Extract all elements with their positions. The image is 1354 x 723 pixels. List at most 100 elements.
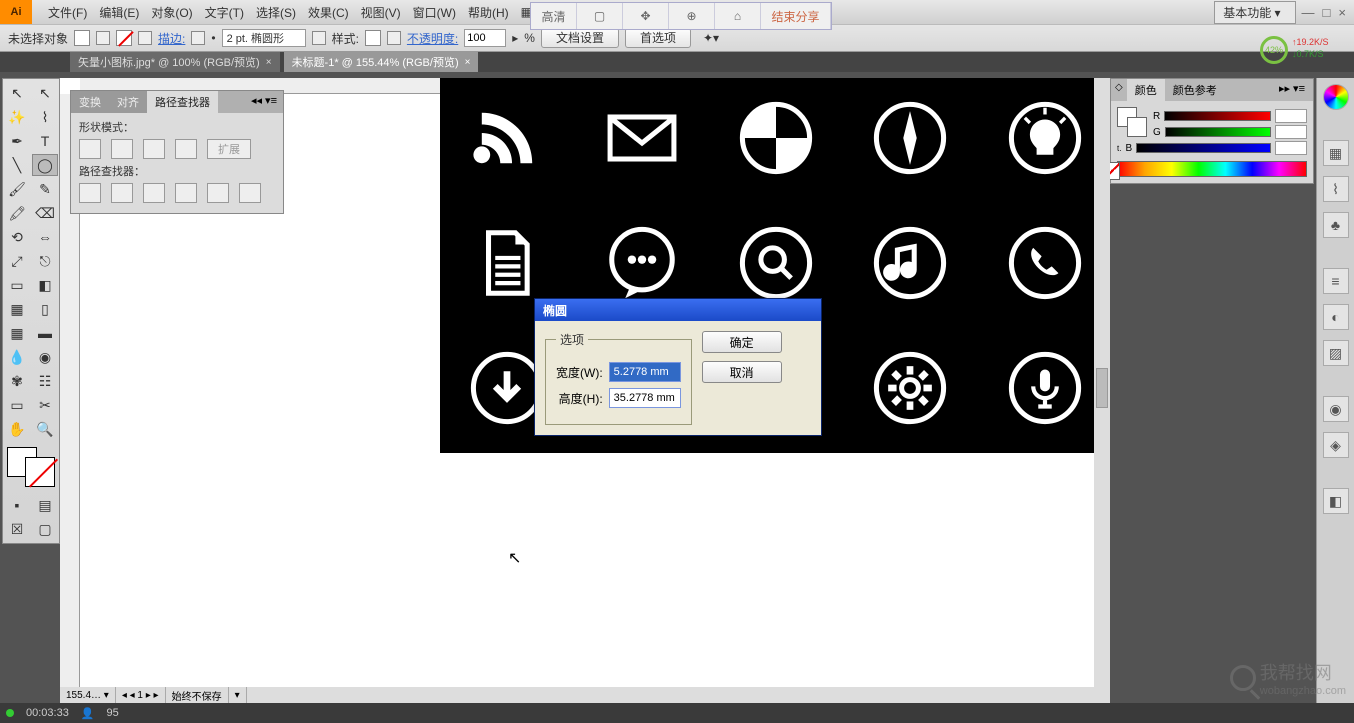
doc-tab-1[interactable]: 矢量小图标.jpg* @ 100% (RGB/预览)× xyxy=(70,52,280,72)
menu-view[interactable]: 视图(V) xyxy=(355,4,407,21)
lasso-tool-icon[interactable]: ⌇ xyxy=(32,106,58,128)
stroke-wt-dd[interactable] xyxy=(191,31,205,45)
eraser-tool-icon[interactable]: ⌫ xyxy=(32,202,58,224)
minus-front-icon[interactable] xyxy=(111,139,133,159)
cancel-button[interactable]: 取消 xyxy=(702,361,782,383)
blob-brush-icon[interactable]: 🖍 xyxy=(4,202,30,224)
crop-icon[interactable] xyxy=(175,183,197,203)
graphic-styles-icon[interactable]: ◈ xyxy=(1323,432,1349,458)
stroke-dd[interactable] xyxy=(138,31,152,45)
stroke-panel-icon[interactable]: ≡ xyxy=(1323,268,1349,294)
tab-align[interactable]: 对齐 xyxy=(109,91,147,113)
menu-edit[interactable]: 编辑(E) xyxy=(93,4,145,21)
magic-wand-icon[interactable]: ✨ xyxy=(4,106,30,128)
rotate-tool-icon[interactable]: ⟲ xyxy=(4,226,30,248)
stroke-swatch[interactable] xyxy=(116,30,132,46)
gradient-mode-icon[interactable]: ▤ xyxy=(32,494,58,516)
menu-type[interactable]: 文字(T) xyxy=(199,4,250,21)
zoom-tool-icon[interactable]: 🔍 xyxy=(32,418,58,440)
maximize-icon[interactable]: □ xyxy=(1323,5,1331,20)
menu-select[interactable]: 选择(S) xyxy=(250,4,302,21)
outline-icon[interactable] xyxy=(207,183,229,203)
tab-color-guide[interactable]: 颜色参考 xyxy=(1165,79,1225,101)
graph-tool-icon[interactable]: ▯ xyxy=(32,298,58,320)
screen-mode-icon[interactable]: ▢ xyxy=(32,518,58,540)
share-end[interactable]: 结束分享 xyxy=(761,3,831,29)
scale-tool-icon[interactable]: ⤢ xyxy=(4,250,30,272)
divide-icon[interactable] xyxy=(79,183,101,203)
perspective-icon[interactable]: ▦ xyxy=(4,298,30,320)
gradient-panel-icon[interactable]: ◐ xyxy=(1323,304,1349,330)
stroke-color[interactable] xyxy=(25,457,55,487)
share-zoom-icon[interactable]: ⊕ xyxy=(669,3,715,29)
minus-back-icon[interactable] xyxy=(239,183,261,203)
symbols-icon[interactable]: ♣ xyxy=(1323,212,1349,238)
panel-menu-icon[interactable]: ◂◂ ▾≡ xyxy=(245,91,283,113)
r-input[interactable] xyxy=(1275,109,1307,123)
tab-pathfinder[interactable]: 路径查找器 xyxy=(147,91,218,113)
artboard-tool-icon[interactable]: ▭ xyxy=(4,394,30,416)
menu-object[interactable]: 对象(O) xyxy=(145,4,198,21)
zoom-field[interactable]: 155.4… ▾ xyxy=(60,687,116,703)
merge-icon[interactable] xyxy=(143,183,165,203)
transparency-icon[interactable]: ▨ xyxy=(1323,340,1349,366)
ok-button[interactable]: 确定 xyxy=(702,331,782,353)
prefs-button[interactable]: 首选项 xyxy=(625,28,691,48)
artboard-nav[interactable]: ◂ ◂ 1 ▸ ▸ xyxy=(116,687,166,703)
minimize-icon[interactable]: — xyxy=(1302,5,1315,20)
menu-window[interactable]: 窗口(W) xyxy=(407,4,462,21)
color-mode-icon[interactable]: ▪ xyxy=(4,494,30,516)
dialog-title[interactable]: 椭圆 xyxy=(535,299,821,321)
shape-builder-icon[interactable]: ◧ xyxy=(32,274,58,296)
color-swatch-pair[interactable] xyxy=(1117,107,1147,137)
swatches-icon[interactable]: ▦ xyxy=(1323,140,1349,166)
g-slider[interactable] xyxy=(1165,127,1271,137)
brushes-icon[interactable]: ⌇ xyxy=(1323,176,1349,202)
mesh-tool-icon[interactable]: ▦ xyxy=(4,322,30,344)
workspace-dropdown[interactable]: 基本功能 ▾ xyxy=(1214,1,1295,24)
gradient-tool-icon[interactable]: ▬ xyxy=(32,322,58,344)
doc-setup-button[interactable]: 文档设置 xyxy=(541,28,619,48)
none-mode-icon[interactable]: ☒ xyxy=(4,518,30,540)
close-icon[interactable]: × xyxy=(1338,5,1346,20)
menu-file[interactable]: 文件(F) xyxy=(42,4,93,21)
share-home-icon[interactable]: ⌂ xyxy=(715,3,761,29)
height-input[interactable] xyxy=(609,388,681,408)
opacity-link[interactable]: 不透明度: xyxy=(407,30,458,47)
tab-transform[interactable]: 变换 xyxy=(71,91,109,113)
free-transform-icon[interactable]: ▭ xyxy=(4,274,30,296)
share-move-icon[interactable]: ✥ xyxy=(623,3,669,29)
selection-tool-icon[interactable]: ↖ xyxy=(4,82,30,104)
b-input[interactable] xyxy=(1275,141,1307,155)
eyedropper-icon[interactable]: 💧 xyxy=(4,346,30,368)
close-tab-icon[interactable]: × xyxy=(465,57,471,68)
tab-color[interactable]: 颜色 xyxy=(1127,79,1165,101)
symbol-spray-icon[interactable]: ✾ xyxy=(4,370,30,392)
fill-dd[interactable] xyxy=(96,31,110,45)
vertical-scrollbar[interactable] xyxy=(1094,78,1110,687)
trim-icon[interactable] xyxy=(111,183,133,203)
doc-tab-2[interactable]: 未标题-1* @ 155.44% (RGB/预览)× xyxy=(284,52,479,72)
line-tool-icon[interactable]: ╲ xyxy=(4,154,30,176)
g-input[interactable] xyxy=(1275,125,1307,139)
spectrum-bar[interactable] xyxy=(1117,161,1307,177)
expand-button[interactable]: 扩展 xyxy=(207,139,251,159)
type-tool-icon[interactable]: T xyxy=(32,130,58,152)
paintbrush-icon[interactable]: 🖌 xyxy=(4,178,30,200)
share-region-icon[interactable]: ▢ xyxy=(577,3,623,29)
horizontal-scrollbar[interactable]: 155.4… ▾ ◂ ◂ 1 ▸ ▸ 始终不保存 ▾ xyxy=(60,687,1110,703)
width-input[interactable] xyxy=(609,362,681,382)
opacity-input[interactable] xyxy=(464,29,506,47)
reflect-tool-icon[interactable]: ⇔ xyxy=(32,226,58,248)
pencil-tool-icon[interactable]: ✎ xyxy=(32,178,58,200)
direct-select-tool-icon[interactable]: ↖ xyxy=(32,82,58,104)
panel-menu-icon[interactable]: ▸▸ ▾≡ xyxy=(1271,79,1313,101)
menu-effect[interactable]: 效果(C) xyxy=(302,4,355,21)
pen-tool-icon[interactable]: ✒ xyxy=(4,130,30,152)
intersect-icon[interactable] xyxy=(143,139,165,159)
align-icon[interactable]: ✦▾ xyxy=(703,31,719,45)
layers-icon[interactable]: ◧ xyxy=(1323,488,1349,514)
width-tool-icon[interactable]: ⎋ xyxy=(32,250,58,272)
stroke-profile[interactable]: 2 pt. 椭圆形 xyxy=(222,29,306,47)
fill-swatch[interactable] xyxy=(74,30,90,46)
